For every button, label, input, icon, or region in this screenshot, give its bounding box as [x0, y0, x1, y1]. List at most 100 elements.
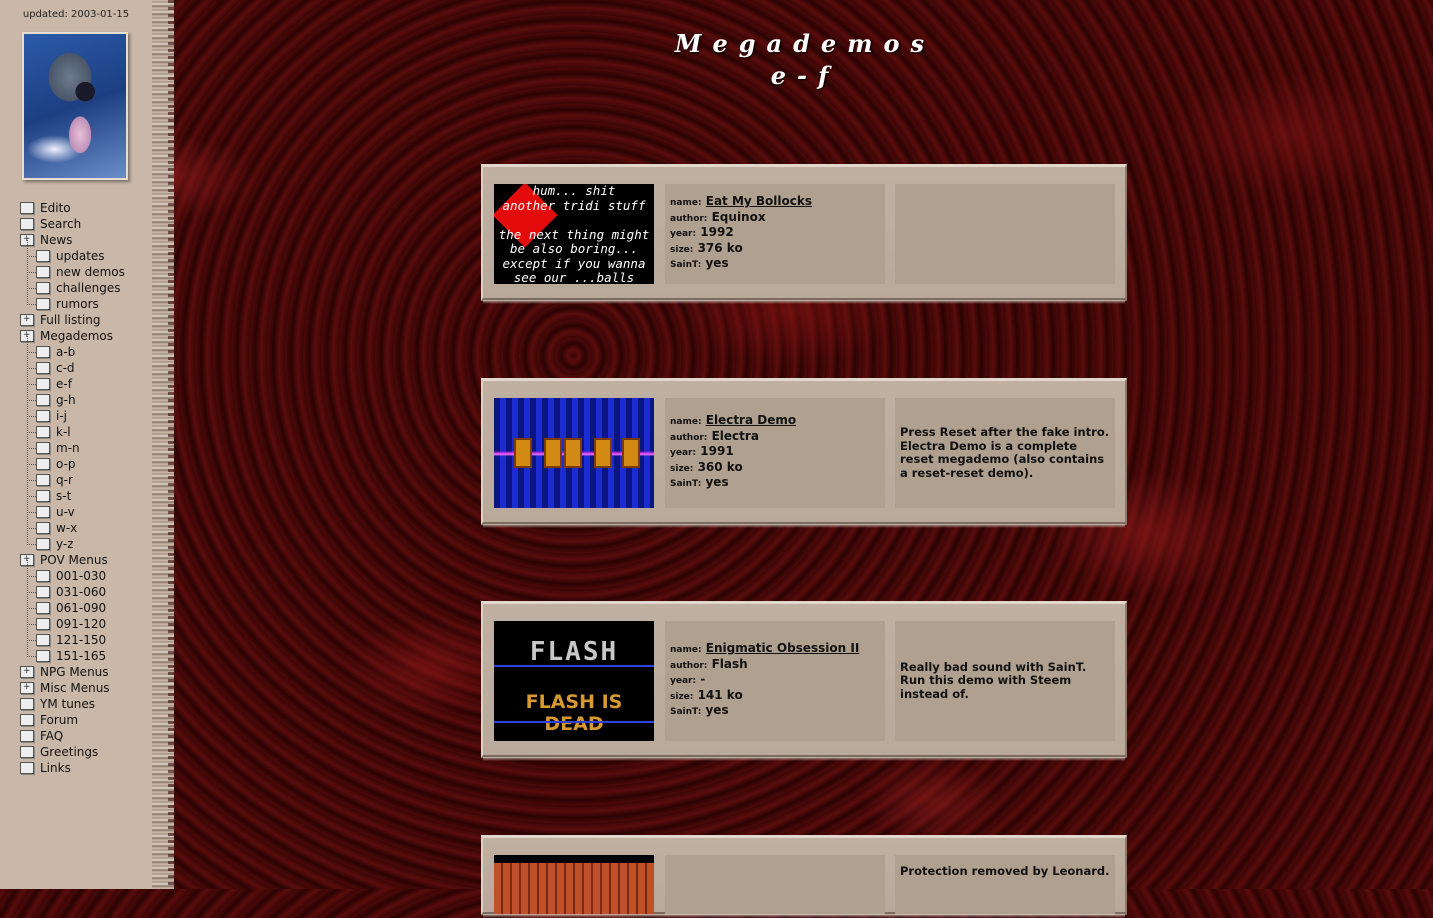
- page-icon: [36, 378, 50, 390]
- page-icon: [36, 458, 50, 470]
- page-icon: [20, 698, 34, 710]
- page-icon: [36, 618, 50, 630]
- thumbnail-strip: [494, 855, 654, 863]
- expand-folder-icon: [20, 679, 34, 695]
- page-icon: [36, 474, 50, 486]
- page-icon: [36, 586, 50, 598]
- demo-thumbnail-1[interactable]: hum... shit another tridi stuff the next…: [494, 184, 654, 284]
- thumbnail-caption-text: FLASH IS DEAD: [525, 691, 623, 735]
- page-icon: [36, 650, 50, 662]
- nav-item-label: o-p: [56, 457, 76, 471]
- demo-author: Equinox: [711, 209, 766, 224]
- page-icon: [36, 570, 50, 582]
- nav-item-label: m-n: [56, 441, 80, 455]
- page-icon: [36, 442, 50, 454]
- demo-size: 141 ko: [697, 687, 743, 702]
- demo-panel-1: hum... shit another tridi stuff the next…: [481, 164, 1127, 304]
- nav-item-label: k-l: [56, 425, 71, 439]
- nav-item-label: 031-060: [56, 585, 107, 599]
- expand-folder-icon: [20, 311, 34, 327]
- nav-item-label: Misc Menus: [40, 681, 110, 695]
- nav-item-label: Edito: [40, 201, 71, 215]
- page-title-sub: e-f: [770, 61, 840, 90]
- page-icon: [36, 506, 50, 518]
- page-icon: [36, 410, 50, 422]
- nav-item-label: q-r: [56, 473, 73, 487]
- nav-item-label: 091-120: [56, 617, 107, 631]
- demo-thumbnail-3[interactable]: FLASH FLASH IS DEAD: [494, 621, 654, 741]
- demo-info-4: [665, 855, 885, 915]
- demo-saint: yes: [705, 475, 729, 490]
- demo-author: Electra: [711, 428, 759, 443]
- page-icon: [36, 490, 50, 502]
- nav-item-label: new demos: [56, 265, 125, 279]
- page-icon: [20, 218, 34, 230]
- demo-notes-3: Really bad sound with SainT. Run this de…: [895, 621, 1115, 741]
- demo-saint: yes: [705, 256, 729, 271]
- demo-saint: yes: [705, 703, 729, 718]
- sprite: [594, 438, 612, 468]
- thumbnail-scroll-text: hum... shit another tridi stuff the next…: [498, 184, 650, 284]
- demo-notes-1: [895, 184, 1115, 284]
- page-icon: [36, 298, 50, 310]
- demo-notes-4: Protection removed by Leonard.: [895, 855, 1115, 915]
- page-icon: [20, 746, 34, 758]
- sidebar-edge-decoration: [152, 0, 174, 889]
- sprite: [622, 438, 640, 468]
- nav-item-label: Search: [40, 217, 82, 231]
- page-icon: [36, 266, 50, 278]
- sidebar: updated: 2003-01-15 Edito Search News updat…: [0, 0, 152, 889]
- sprite: [564, 438, 582, 468]
- demo-info-2: name: Electra Demo author: Electra year:…: [665, 398, 885, 508]
- nav-item-label: i-j: [56, 409, 67, 423]
- nav-item-label: w-x: [56, 521, 78, 535]
- demo-year: 1992: [700, 225, 734, 240]
- page-icon: [36, 394, 50, 406]
- nav-item-label: Greetings: [40, 745, 99, 759]
- nav-item-label: e-f: [56, 377, 72, 391]
- nav-item-label: NPG Menus: [40, 665, 109, 679]
- nav-item-label: g-h: [56, 393, 76, 407]
- demo-thumbnail-2[interactable]: [494, 398, 654, 508]
- nav-item-label: Megademos: [40, 329, 113, 343]
- page-icon: [36, 426, 50, 438]
- demo-link[interactable]: Eat My Bollocks: [706, 194, 812, 208]
- nav-item-label: y-z: [56, 537, 74, 551]
- page-icon: [20, 730, 34, 742]
- site-avatar-image: [22, 32, 128, 180]
- nav-item-label: YM tunes: [40, 697, 96, 711]
- nav-item-label: Full listing: [40, 313, 101, 327]
- demo-thumbnail-4[interactable]: [494, 855, 654, 915]
- nav-item-label: s-t: [56, 489, 72, 503]
- page-icon: [36, 602, 50, 614]
- nav-item-label: rumors: [56, 297, 99, 311]
- nav-item-label: News: [40, 233, 73, 247]
- nav-item-label: a-b: [56, 345, 76, 359]
- nav-item-label: updates: [56, 249, 105, 263]
- nav-item-label: 061-090: [56, 601, 107, 615]
- sprite: [544, 438, 562, 468]
- demo-year: -: [700, 672, 706, 687]
- page-icon: [36, 522, 50, 534]
- demo-notes-2: Press Reset after the fake intro. Electr…: [895, 398, 1115, 508]
- nav-item-label: 151-165: [56, 649, 107, 663]
- nav-item-label: 001-030: [56, 569, 107, 583]
- thumbnail-logo-text: FLASH: [529, 637, 619, 667]
- page-icon: [20, 202, 34, 214]
- sprite: [514, 438, 532, 468]
- demo-panel-2: name: Electra Demo author: Electra year:…: [481, 378, 1127, 528]
- page-icon: [36, 250, 50, 262]
- demo-link[interactable]: Enigmatic Obsession II: [706, 641, 860, 655]
- page-icon: [36, 346, 50, 358]
- updated-date: updated: 2003-01-15: [22, 9, 130, 20]
- demo-size: 360 ko: [697, 459, 743, 474]
- nav-item-label: Links: [40, 761, 71, 775]
- demo-author: Flash: [711, 656, 748, 671]
- page-title: Megademos e-f: [600, 28, 1010, 92]
- nav-item-label: 121-150: [56, 633, 107, 647]
- demo-link[interactable]: Electra Demo: [706, 413, 796, 427]
- nav-item-label: Forum: [40, 713, 79, 727]
- page-icon: [36, 362, 50, 374]
- page-icon: [36, 282, 50, 294]
- page-icon: [20, 762, 34, 774]
